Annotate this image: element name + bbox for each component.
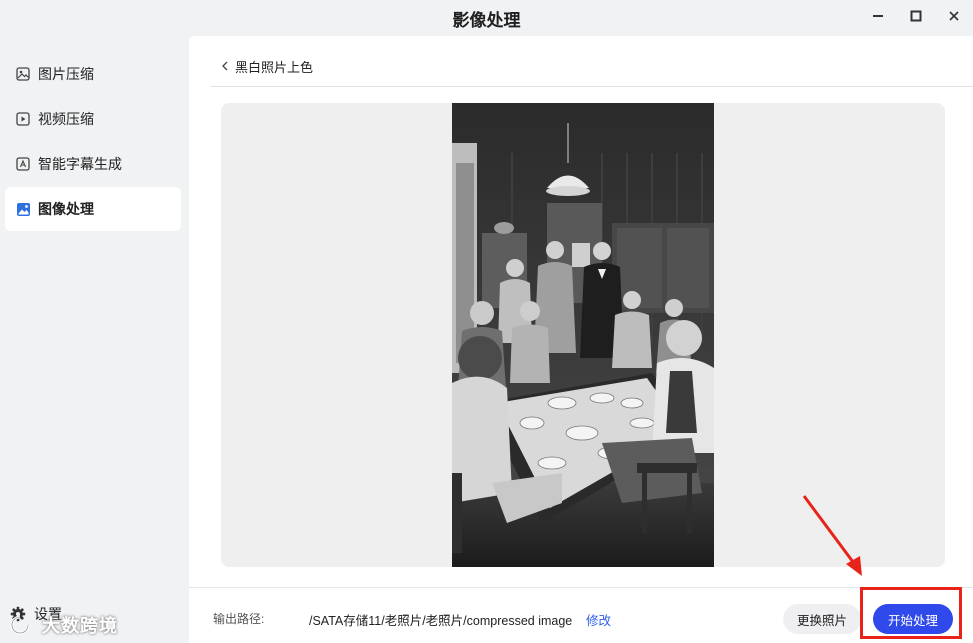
output-path-label: 输出路径: [213,612,265,626]
sidebar-item-label: 智能字幕生成 [38,156,122,172]
sidebar: 图片压缩 视频压缩 智能字幕生成 图像处理 设置 大数跨境 [0,36,189,643]
sidebar-item-image-process[interactable]: 图像处理 [5,187,181,231]
watermark: 大数跨境 [6,612,118,638]
output-path-value: /SATA存储11/老照片/老照片/compressed image [309,614,573,628]
maximize-button[interactable] [905,6,927,26]
watermark-logo-icon [10,615,30,635]
watermark-text: 大数跨境 [42,616,118,636]
main-panel: 黑白照片上色 输出路径: /SATA存储11/老照片/老照片/compresse… [189,36,973,643]
divider [210,86,973,87]
minimize-icon [873,15,883,17]
start-processing-button[interactable]: 开始处理 [873,604,953,634]
sidebar-item-label: 图像处理 [38,201,94,217]
sidebar-item-video-compress[interactable]: 视频压缩 [5,97,181,141]
replace-photo-button[interactable]: 更换照片 [783,604,861,634]
photo-preview [452,103,714,567]
chevron-left-icon [222,61,228,71]
sidebar-item-label: 图片压缩 [38,66,94,82]
image-process-icon [15,201,31,217]
title-bar: 影像处理 [0,0,973,34]
page-title: 黑白照片上色 [235,59,314,75]
sidebar-item-subtitle[interactable]: 智能字幕生成 [5,142,181,186]
subtitle-icon [15,156,31,172]
image-icon [15,66,31,82]
close-icon [949,11,959,21]
breadcrumb[interactable]: 黑白照片上色 [219,56,313,76]
image-preview [221,103,945,567]
sidebar-item-label: 视频压缩 [38,111,94,127]
video-icon [15,111,31,127]
modify-path-link[interactable]: 修改 [586,610,611,629]
footer-divider [189,587,973,588]
maximize-icon [910,10,922,22]
minimize-button[interactable] [867,6,889,26]
close-button[interactable] [943,6,965,26]
app-title: 影像处理 [452,11,521,30]
sidebar-item-image-compress[interactable]: 图片压缩 [5,52,181,96]
